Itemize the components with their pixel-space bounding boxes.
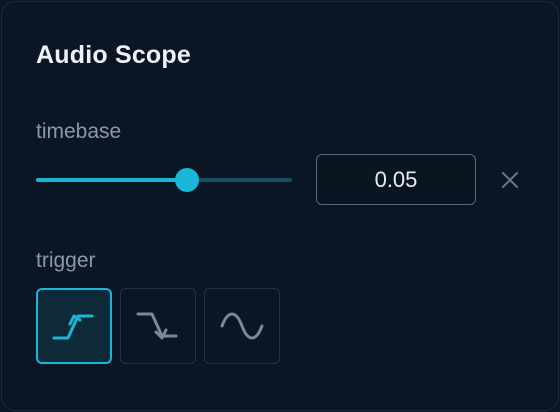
trigger-sine-button[interactable] xyxy=(204,288,280,364)
panel-title: Audio Scope xyxy=(36,41,191,69)
slider-thumb[interactable] xyxy=(175,168,199,192)
falling-edge-icon xyxy=(136,312,178,340)
sine-wave-icon xyxy=(220,312,264,340)
timebase-value-input[interactable] xyxy=(316,154,476,205)
timebase-slider[interactable] xyxy=(36,168,292,192)
trigger-falling-button[interactable] xyxy=(120,288,196,364)
trigger-rising-button[interactable] xyxy=(36,288,112,364)
rising-edge-icon xyxy=(52,314,94,340)
slider-fill xyxy=(36,178,187,182)
close-icon xyxy=(502,172,518,188)
timebase-label: timebase xyxy=(36,120,122,143)
trigger-label: trigger xyxy=(36,249,96,272)
clear-button[interactable] xyxy=(499,169,521,191)
audio-scope-panel: Audio Scope timebase trigger xyxy=(1,1,559,411)
